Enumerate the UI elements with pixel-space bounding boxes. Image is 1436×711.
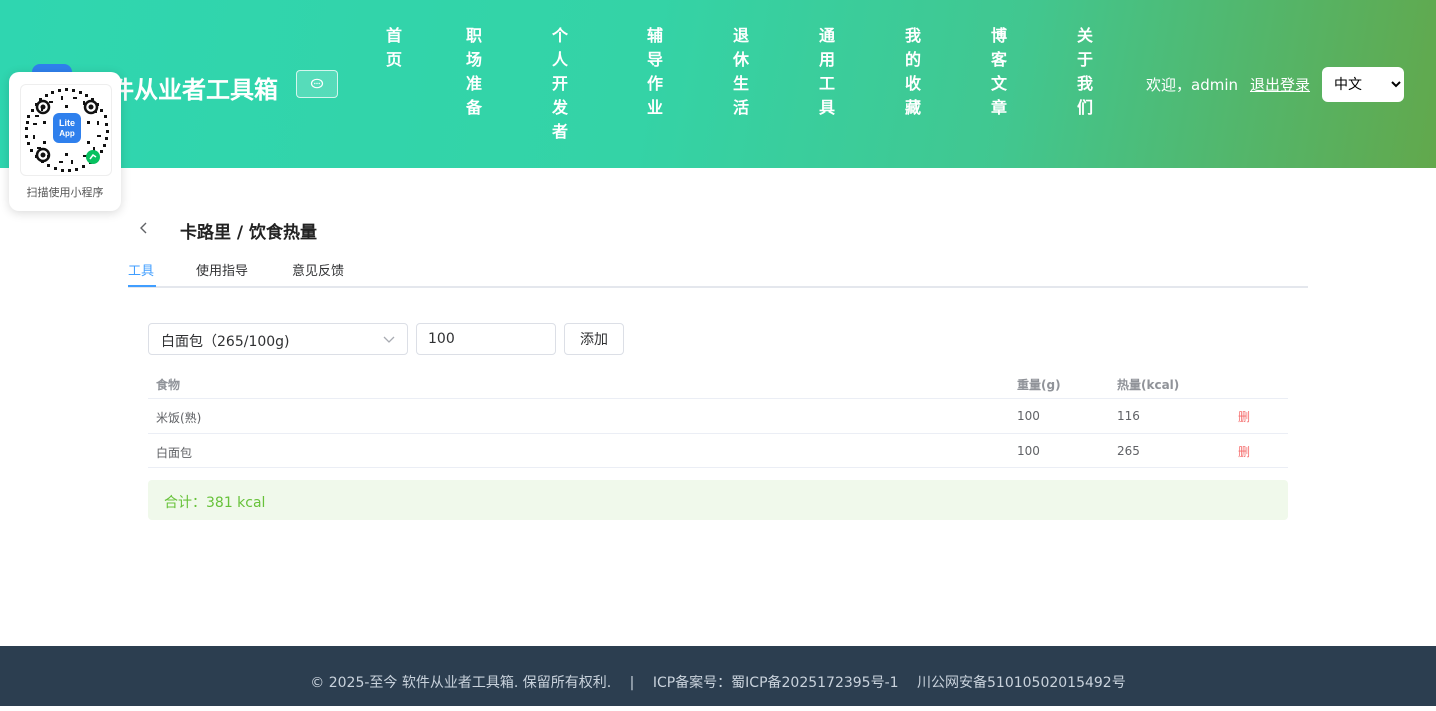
tab-bar: 工具 使用指导 意见反馈	[128, 258, 1308, 288]
food-select-value: 白面包（265/100g)	[161, 334, 290, 350]
back-chevron-icon[interactable]	[136, 219, 152, 237]
logout-link[interactable]: 退出登录	[1250, 74, 1310, 95]
footer-text: © 2025-至今 软件从业者工具箱. 保留所有权利. | ICP备案号：蜀IC…	[0, 672, 1436, 692]
page-title: 卡路里 / 饮食热量	[180, 223, 318, 243]
badge-line1: Lite	[59, 118, 75, 128]
qr-code: Lite App	[20, 84, 112, 176]
delete-row-button[interactable]: 删	[1238, 443, 1250, 460]
badge-line2: App	[59, 129, 75, 138]
total-summary: 合计：381 kcal	[148, 480, 1288, 520]
cell-kcal: 116	[1117, 409, 1140, 423]
footer-separator: |	[629, 675, 635, 691]
site-title: 件从业者工具箱	[110, 76, 278, 104]
total-kcal: 合计：381 kcal	[164, 495, 266, 511]
column-header-food: 食物	[156, 378, 181, 392]
tab-usage-guide[interactable]: 使用指导	[196, 260, 248, 279]
qr-code-icon: Lite App	[25, 88, 109, 172]
chevron-down-icon	[383, 336, 395, 343]
nav-homework[interactable]: 辅导作业	[643, 24, 667, 120]
chat-bubble-icon	[310, 78, 324, 89]
cell-food: 米饭(熟)	[156, 411, 202, 425]
weight-input[interactable]	[416, 323, 556, 355]
nav-general-tools[interactable]: 通用工具	[815, 24, 839, 120]
tab-feedback[interactable]: 意见反馈	[292, 260, 344, 279]
active-tab-indicator	[128, 285, 156, 287]
table-row: 白面包 100 265 删	[148, 433, 1288, 468]
nav-favorites[interactable]: 我的收藏	[901, 24, 925, 120]
mini-program-qr-card: Lite App 扫描使用小程序	[9, 72, 121, 211]
add-button[interactable]: 添加	[564, 323, 624, 355]
column-header-kcal: 热量(kcal)	[1117, 378, 1180, 392]
nav-retirement[interactable]: 退休生活	[729, 24, 753, 120]
delete-row-button[interactable]: 删	[1238, 408, 1250, 425]
food-select[interactable]: 白面包（265/100g)	[148, 323, 408, 355]
site-footer: © 2025-至今 软件从业者工具箱. 保留所有权利. | ICP备案号：蜀IC…	[0, 646, 1436, 706]
language-select[interactable]: 中文	[1322, 67, 1404, 102]
cell-food: 白面包	[156, 446, 193, 460]
nav-blog[interactable]: 博客文章	[987, 24, 1011, 120]
nav-indie-dev[interactable]: 个人开发者	[548, 24, 572, 144]
footer-icp-link[interactable]: ICP备案号：蜀ICP备2025172395号-1	[653, 675, 899, 691]
column-header-weight: 重量(g)	[1017, 378, 1061, 392]
footer-copyright: © 2025-至今 软件从业者工具箱. 保留所有权利.	[310, 675, 612, 691]
nav-home[interactable]: 首页	[382, 24, 406, 72]
cell-kcal: 265	[1117, 444, 1140, 458]
nav-about[interactable]: 关于我们	[1073, 24, 1097, 120]
qr-caption: 扫描使用小程序	[26, 186, 104, 199]
site-header: 件从业者工具箱 首页 职场准备 个人开发者 辅导作业 退休生活 通用工具 我的收…	[0, 0, 1436, 168]
table-row: 米饭(熟) 100 116 删	[148, 398, 1288, 433]
chat-button[interactable]	[296, 70, 338, 98]
tab-tool[interactable]: 工具	[128, 260, 154, 279]
nav-career-prep[interactable]: 职场准备	[462, 24, 486, 120]
welcome-text: 欢迎，admin	[1146, 76, 1238, 94]
footer-police-record[interactable]: 川公网安备51010502015492号	[917, 675, 1126, 691]
cell-weight: 100	[1017, 409, 1040, 423]
cell-weight: 100	[1017, 444, 1040, 458]
